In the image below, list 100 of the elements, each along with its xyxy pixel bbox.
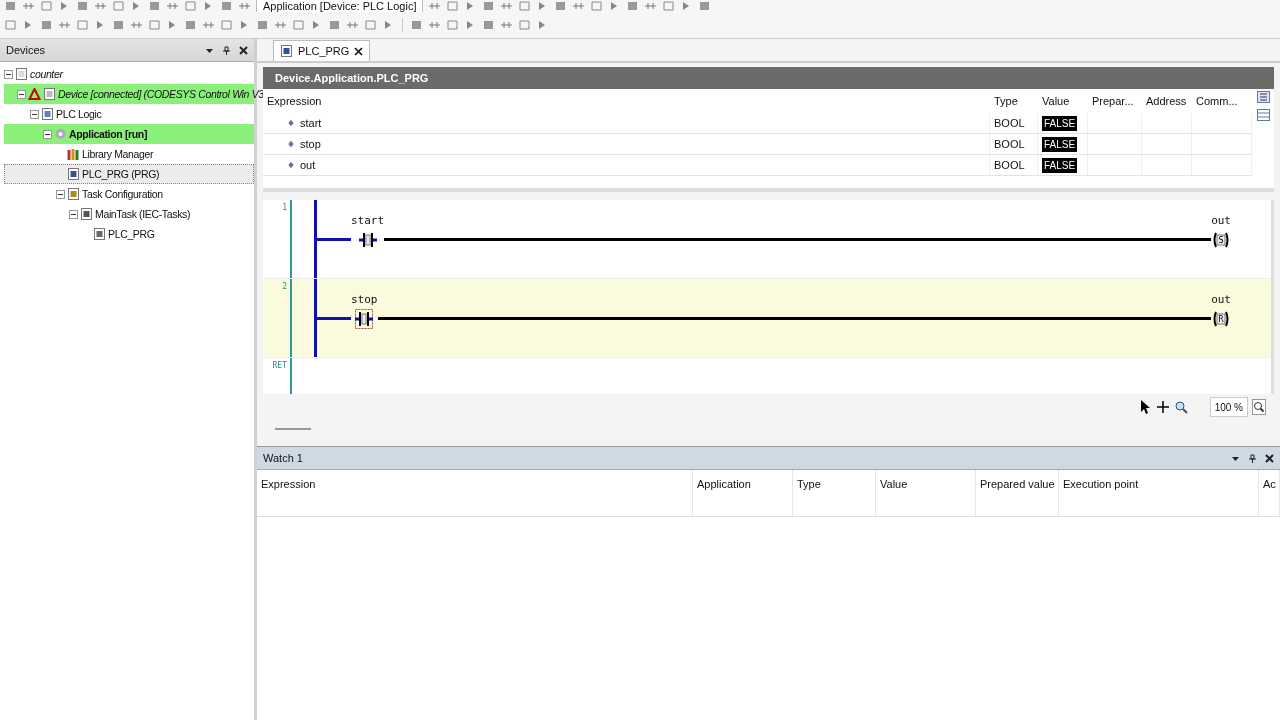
tree-row[interactable]: PLC_PRG <box>4 224 254 244</box>
toolbar-icon[interactable] <box>76 0 89 12</box>
list-view-icon[interactable] <box>1256 91 1270 103</box>
close-icon[interactable] <box>1265 453 1274 463</box>
toolbar-icon[interactable] <box>292 19 305 31</box>
toolbar-icon[interactable] <box>346 19 359 31</box>
table-view-icon[interactable] <box>1256 109 1270 121</box>
toolbar-icon[interactable] <box>500 19 513 31</box>
toolbar-icon[interactable] <box>22 0 35 12</box>
panel-title: Watch 1 <box>263 452 303 464</box>
ladder-rung[interactable]: 2 stop out R <box>263 279 1271 358</box>
toolbar-icon[interactable] <box>554 0 568 12</box>
column-header[interactable]: Type <box>990 89 1038 113</box>
table-cell <box>1142 113 1192 134</box>
toolbar-icon[interactable] <box>112 0 125 12</box>
column-header[interactable]: Application <box>693 470 793 516</box>
contact-icon[interactable] <box>355 309 374 329</box>
column-header[interactable]: Comm... <box>1192 89 1252 113</box>
toolbar-icon[interactable] <box>482 19 495 31</box>
toolbar-icon[interactable] <box>590 0 604 12</box>
column-header[interactable]: Value <box>1038 89 1088 113</box>
toolbar-icon[interactable] <box>410 19 423 31</box>
column-header[interactable]: Execution point <box>1059 470 1259 516</box>
toolbar-icon[interactable] <box>184 0 197 12</box>
toolbar-icon[interactable] <box>4 0 17 12</box>
pin-icon[interactable] <box>222 45 231 55</box>
tree-row[interactable]: PLC Logic <box>4 104 254 124</box>
column-header[interactable]: Ac <box>1259 470 1280 516</box>
tree-label: Application [run] <box>69 128 148 140</box>
close-icon[interactable] <box>354 46 364 56</box>
toolbar-icon[interactable] <box>274 19 287 31</box>
toolbar-icon[interactable] <box>428 0 442 12</box>
coil-variable: out <box>1211 214 1231 227</box>
tree-row[interactable]: Library Manager <box>4 144 254 164</box>
collapse-icon[interactable] <box>4 69 13 79</box>
toolbar-icon[interactable] <box>238 0 251 12</box>
column-header[interactable]: Address <box>1142 89 1192 113</box>
tree-row[interactable]: Task Configuration <box>4 184 254 204</box>
toolbar-icon[interactable] <box>626 0 640 12</box>
warning-icon <box>28 88 41 100</box>
tree-row[interactable]: counter <box>4 64 254 84</box>
toolbar-icon[interactable] <box>220 19 233 31</box>
column-header[interactable]: Type <box>793 470 876 516</box>
gear-icon <box>54 128 67 140</box>
toolbar-icon[interactable] <box>446 19 459 31</box>
column-header[interactable]: Prepar... <box>1088 89 1142 113</box>
toolbar-icon[interactable] <box>58 19 71 31</box>
toolbar-icon[interactable] <box>220 0 233 12</box>
toolbar-icon[interactable] <box>644 0 658 12</box>
toolbar-icon[interactable] <box>500 0 514 12</box>
column-header[interactable]: Prepared value <box>976 470 1059 516</box>
variable-name: stop <box>300 138 321 150</box>
collapse-icon[interactable] <box>69 209 78 219</box>
toolbar-icon[interactable] <box>94 0 107 12</box>
document-icon <box>41 108 54 120</box>
toolbar-icon[interactable] <box>76 19 89 31</box>
zoom-icon[interactable] <box>1173 399 1188 415</box>
toolbar-icon[interactable] <box>130 19 143 31</box>
ladder-rung[interactable]: 1 start out S <box>263 200 1271 279</box>
toolbar-icon[interactable] <box>40 19 53 31</box>
editor-tab[interactable]: PLC_PRG <box>273 40 371 61</box>
contact-variable: stop <box>351 293 378 306</box>
toolbar-icon[interactable] <box>184 19 197 31</box>
column-header[interactable]: Expression <box>257 470 693 516</box>
toolbar-icon[interactable] <box>446 0 460 12</box>
zoom-fit-icon[interactable] <box>1252 399 1266 415</box>
application-combo[interactable]: Application [Device: PLC Logic] <box>256 0 424 12</box>
collapse-icon[interactable] <box>30 109 39 119</box>
toolbar-icon[interactable] <box>662 0 676 12</box>
column-header[interactable]: Expression <box>263 89 990 113</box>
close-icon[interactable] <box>239 45 248 55</box>
rung-number: 2 <box>282 282 287 293</box>
toolbar-icon[interactable] <box>112 19 125 31</box>
toolbar-icon[interactable] <box>518 19 531 31</box>
toolbar-icon[interactable] <box>428 19 441 31</box>
toolbar-icon[interactable] <box>40 0 53 12</box>
toolbar-icon[interactable] <box>148 19 161 31</box>
toolbar-icon[interactable] <box>572 0 586 12</box>
collapse-icon[interactable] <box>43 129 52 139</box>
column-header[interactable]: Value <box>876 470 976 516</box>
value-badge: FALSE <box>1042 157 1078 173</box>
pin-icon[interactable] <box>1248 453 1257 463</box>
toolbar-icon[interactable] <box>148 0 161 12</box>
toolbar-icon[interactable] <box>698 0 712 12</box>
collapse-icon[interactable] <box>56 189 65 199</box>
toolbar-icon[interactable] <box>256 19 269 31</box>
zoom-field[interactable]: 100 % <box>1209 397 1248 417</box>
toolbar-icon[interactable] <box>4 19 17 31</box>
toolbar-icon[interactable] <box>364 19 377 31</box>
highlighted-tree-row[interactable]: Application [run] <box>4 124 254 144</box>
move-icon[interactable] <box>1155 399 1170 415</box>
toolbar-icon[interactable] <box>202 19 215 31</box>
selected-tree-row[interactable]: PLC_PRG (PRG) <box>4 164 254 184</box>
toolbar-icon[interactable] <box>482 0 496 12</box>
tree-row[interactable]: MainTask (IEC-Tasks) <box>4 204 254 224</box>
contact-icon[interactable] <box>358 230 377 250</box>
toolbar-icon[interactable] <box>166 0 179 12</box>
toolbar-icon[interactable] <box>328 19 341 31</box>
collapse-icon[interactable] <box>17 89 26 99</box>
toolbar-icon[interactable] <box>518 0 532 12</box>
